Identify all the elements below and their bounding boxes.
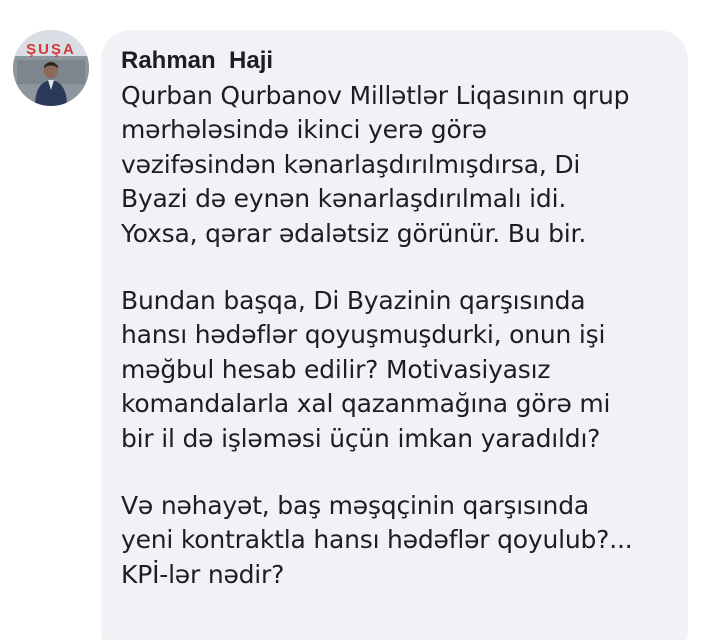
comment-line: vəzifəsindən kənarlaşdırılmışdırsa, Di xyxy=(121,149,581,179)
comment-screen: ŞUŞA Rahman Haji Qurban Qurbanov Millətl… xyxy=(0,0,711,640)
comment-line: Qurban Qurbanov Millətlər Liqasının qrup xyxy=(121,81,630,110)
comment-line: Byazi də eynən kənarlaşdırılmalı idi. xyxy=(121,184,567,214)
comment-line: yeni kontraktla hansı hədəflər qoyulub?.… xyxy=(121,525,633,555)
comment-line: məğbul hesab edilir? Motivasiyasız xyxy=(121,354,551,384)
comment-line: mərhələsində ikinci yerə görə xyxy=(121,115,487,145)
comment-line: bir il də işləməsi üçün imkan yaradıldı? xyxy=(121,423,601,453)
comment-line: komandalarla xal qazanmağına görə mi xyxy=(121,389,611,419)
avatar[interactable]: ŞUŞA xyxy=(13,30,89,106)
comment-line: Yoxsa, qərar ədalətsiz görünür. Bu bir. xyxy=(121,218,587,248)
comment-text: Qurban Qurbanov Millətlər Liqasının qrup… xyxy=(121,79,668,592)
comment-line: Bundan başqa, Di Byazinin qarşısında xyxy=(121,286,586,316)
comment-line: hansı hədəflər qoyuşmuşdurki, onun işi xyxy=(121,320,606,350)
comment-bubble: Rahman Haji Qurban Qurbanov Millətlər Li… xyxy=(101,30,688,640)
comment-paragraph: Və nəhayət, baş məşqçinin qarşısında yen… xyxy=(121,489,668,592)
avatar-sign-text: ŞUŞA xyxy=(26,41,76,58)
avatar-photo: ŞUŞA xyxy=(13,30,89,106)
comment-author-name[interactable]: Rahman Haji xyxy=(121,45,668,77)
comment-line: Və nəhayət, baş məşqçinin qarşısında xyxy=(121,491,589,521)
comment-paragraph: Bundan başqa, Di Byazinin qarşısında han… xyxy=(121,284,668,456)
comment-line: KPİ-lər nədir? xyxy=(121,559,285,589)
comment-paragraph: Qurban Qurbanov Millətlər Liqasının qrup… xyxy=(121,79,668,251)
